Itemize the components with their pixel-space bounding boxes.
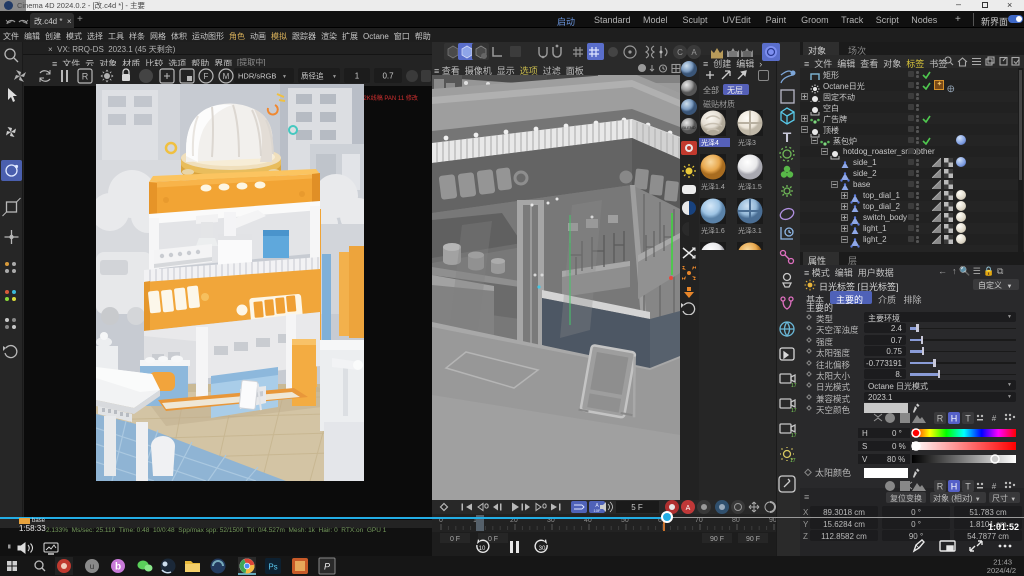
svg-text:R: R [937, 414, 944, 424]
svg-text:F: F [204, 72, 209, 81]
svg-text:90 F: 90 F [746, 536, 760, 543]
svg-text:Ps: Ps [268, 563, 277, 572]
svg-text:17: 17 [790, 458, 796, 464]
svg-text:T: T [965, 482, 971, 492]
svg-text:T: T [965, 414, 971, 424]
svg-text:H: H [862, 429, 868, 438]
svg-text:u: u [90, 562, 94, 571]
svg-text:80: 80 [732, 517, 740, 524]
svg-text:M: M [223, 72, 230, 81]
svg-text:5 F: 5 F [631, 503, 643, 512]
svg-text:R: R [937, 482, 944, 492]
svg-text:A: A [686, 505, 691, 512]
svg-text:10: 10 [479, 546, 486, 552]
svg-text:H: H [951, 482, 958, 492]
svg-text:10F: 10F [594, 508, 601, 513]
svg-text:70: 70 [695, 517, 703, 524]
svg-text:0 %: 0 % [892, 442, 906, 451]
svg-text:P: P [324, 562, 330, 572]
svg-text:1: 1 [355, 72, 360, 81]
svg-text:R: R [82, 72, 89, 82]
svg-text:▼: ▼ [282, 74, 287, 80]
svg-text:#: # [992, 414, 997, 423]
svg-text:90: 90 [769, 517, 776, 524]
svg-text:30: 30 [539, 546, 546, 552]
svg-text:0.7: 0.7 [382, 72, 394, 81]
svg-text:b: b [115, 562, 121, 573]
svg-text:HDR/sRGB: HDR/sRGB [238, 72, 276, 81]
svg-text:90 F: 90 F [710, 536, 724, 543]
svg-text:V: V [862, 455, 868, 464]
svg-text:质径追: 质径追 [301, 71, 324, 81]
svg-text:17: 17 [791, 433, 797, 439]
svg-text:#: # [992, 482, 997, 491]
svg-text:H: H [951, 414, 958, 424]
svg-text:17: 17 [791, 383, 797, 389]
svg-text:80 %: 80 % [887, 455, 905, 464]
svg-text:S: S [862, 442, 867, 451]
svg-text:▼: ▼ [332, 74, 337, 80]
svg-text:0 °: 0 ° [892, 429, 902, 438]
svg-text:17: 17 [791, 408, 797, 414]
svg-text:0 F: 0 F [450, 536, 460, 543]
svg-text:2024/4/2: 2024/4/2 [987, 566, 1016, 575]
svg-text:BLEND: BLEND [682, 125, 695, 130]
svg-text:太阳颜色: 太阳颜色 [815, 467, 851, 478]
svg-text:T: T [783, 129, 792, 145]
